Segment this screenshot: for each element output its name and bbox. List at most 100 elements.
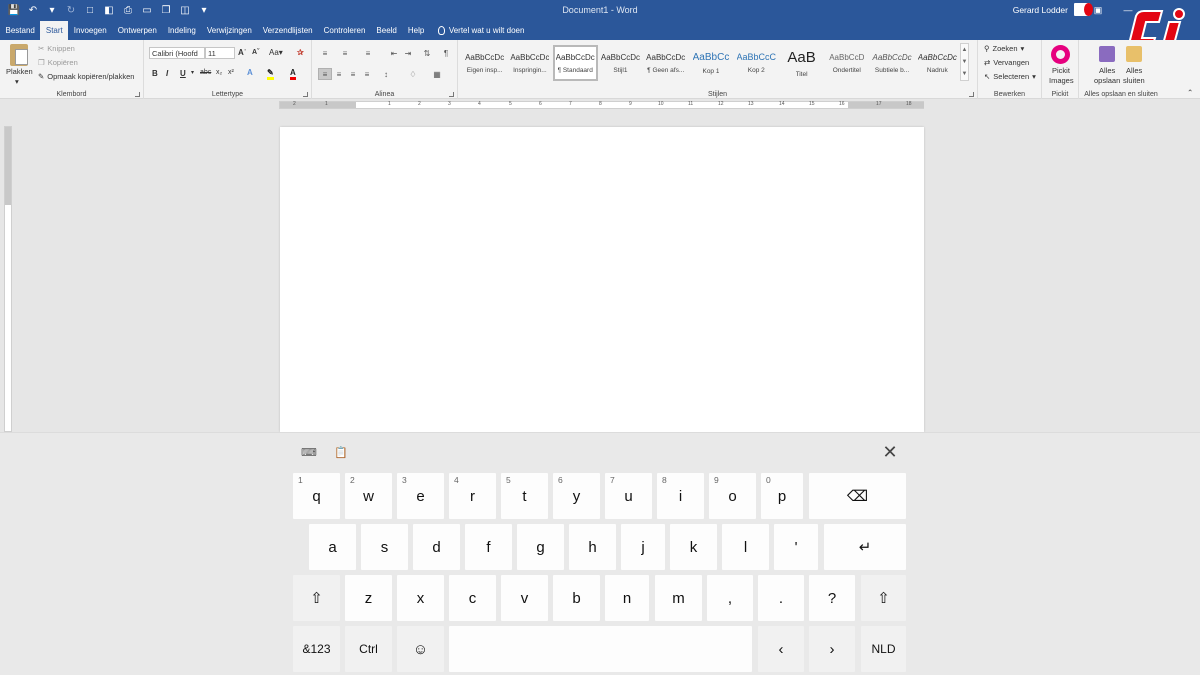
tab-beeld[interactable]: Beeld [371,20,402,40]
pickit-images-label[interactable]: Images [1049,76,1074,85]
dialog-launcher-icon[interactable] [969,92,974,97]
show-marks-icon[interactable]: ¶ [440,48,452,58]
clipboard-icon[interactable]: ▭ [139,2,155,18]
scroll-up-icon[interactable]: ▲ [962,47,968,53]
language-key[interactable]: NLD [861,626,906,672]
vertical-ruler[interactable] [4,126,12,432]
dialog-launcher-icon[interactable] [303,92,308,97]
style-standaard[interactable]: AaBbCcDc ¶ Standaard [552,45,598,81]
style-stijl1[interactable]: AaBbCcDc Stijl1 [598,45,643,81]
style-eigen-inspringing[interactable]: AaBbCcDc Eigen insp... [462,45,507,81]
cut-button[interactable]: ✂ Knippen [38,44,75,53]
key-m[interactable]: m [655,575,702,621]
save-all-icon[interactable] [1099,46,1115,62]
paste-dropdown-icon[interactable]: ▾ [15,77,19,86]
pickit-button-label[interactable]: Pickit [1052,66,1070,75]
key-r[interactable]: 4r [449,473,496,519]
print-icon[interactable]: ⎙ [120,2,136,18]
horizontal-ruler[interactable]: 2 1 1 2 3 4 5 6 7 8 9 10 11 12 13 14 15 … [279,101,924,109]
symbols-key[interactable]: &123 [293,626,340,672]
key-u[interactable]: 7u [605,473,652,519]
key-c[interactable]: c [449,575,496,621]
dialog-launcher-icon[interactable] [449,92,454,97]
key-q[interactable]: 1q [293,473,340,519]
key-period[interactable]: . [758,575,804,621]
key-h[interactable]: h [569,524,616,570]
key-x[interactable]: x [397,575,444,621]
highlight-icon[interactable]: ✎ [267,68,274,80]
close-all-icon[interactable] [1126,46,1142,62]
save-icon[interactable]: 💾 [6,2,22,18]
key-f[interactable]: f [465,524,512,570]
tell-me-search[interactable]: Vertel wat u wilt doen [437,20,524,40]
customize-qat-icon[interactable]: ▾ [196,2,212,18]
tab-ontwerpen[interactable]: Ontwerpen [112,20,162,40]
shift-left-key[interactable]: ⇧ [293,575,340,621]
key-l[interactable]: l [722,524,769,570]
key-t[interactable]: 5t [501,473,548,519]
arrow-left-key[interactable]: ‹ [758,626,804,672]
copy-window-icon[interactable]: ❐ [158,2,174,18]
key-n[interactable]: n [605,575,649,621]
collapse-ribbon-icon[interactable]: ⌃ [1187,88,1193,97]
emoji-key[interactable]: ☺ [397,626,444,672]
style-titel[interactable]: AaB Titel [779,45,824,81]
open-folder-icon[interactable]: ◧ [101,2,117,18]
key-o[interactable]: 9o [709,473,756,519]
ctrl-key[interactable]: Ctrl [345,626,392,672]
enter-key[interactable]: ↵ [824,524,906,570]
close-all-label[interactable]: Alles [1126,66,1142,75]
clear-formatting-icon[interactable]: ✰ [297,48,304,57]
keyboard-settings-icon[interactable]: ⌨ [300,444,318,460]
superscript-icon[interactable]: x² [228,69,234,76]
tab-controleren[interactable]: Controleren [318,20,371,40]
style-subtiele-benadrukking[interactable]: AaBbCcDc Subtiele b... [869,45,914,81]
tab-invoegen[interactable]: Invoegen [68,20,112,40]
key-p[interactable]: 0p [761,473,803,519]
scroll-down-icon[interactable]: ▼ [962,59,968,65]
shading-icon[interactable]: ♢ [407,69,419,79]
key-y[interactable]: 6y [553,473,600,519]
align-right-icon[interactable]: ≡ [347,69,359,79]
close-all-label-2[interactable]: sluiten [1123,76,1145,85]
tab-verzendlijsten[interactable]: Verzendlijsten [257,20,318,40]
key-s[interactable]: s [361,524,408,570]
redo-icon[interactable]: ▾ [44,2,60,18]
key-question[interactable]: ? [809,575,855,621]
increase-indent-icon[interactable]: ⇥ [402,48,414,58]
more-styles-icon[interactable]: ▼ [962,71,968,77]
key-comma[interactable]: , [707,575,753,621]
save-all-label[interactable]: Alles [1099,66,1115,75]
tab-verwijzingen[interactable]: Verwijzingen [201,20,257,40]
tab-start[interactable]: Start [40,21,69,40]
tab-bestand[interactable]: Bestand [0,20,40,40]
tab-help[interactable]: Help [402,20,429,40]
repeat-icon[interactable]: ↻ [63,2,79,18]
style-geen-afstand[interactable]: AaBbCcDc ¶ Geen afs... [643,45,688,81]
select-button[interactable]: ↖ Selecteren ▾ [984,72,1036,81]
font-name-select[interactable]: Calibri (Hoofd [149,47,205,59]
underline-dropdown-icon[interactable]: ▾ [191,69,194,76]
find-button[interactable]: ⚲ Zoeken ▾ [984,44,1024,53]
justify-icon[interactable]: ≡ [361,69,373,79]
change-case-icon[interactable]: Aa▾ [269,48,283,57]
tab-indeling[interactable]: Indeling [162,20,201,40]
text-effects-icon[interactable]: A [247,68,253,77]
paste-button[interactable]: Plakken [6,67,33,76]
user-name[interactable]: Gerard Lodder [1013,5,1068,15]
style-kop-1[interactable]: AaBbCc Kop 1 [688,45,733,81]
italic-icon[interactable]: I [166,69,168,78]
key-b[interactable]: b [553,575,600,621]
ribbon-display-options-icon[interactable]: ▣ [1088,2,1108,18]
styles-gallery-scroll[interactable]: ▲ ▼ ▼ [960,43,969,81]
underline-icon[interactable]: U [180,69,186,78]
style-inspringing[interactable]: AaBbCcDc Inspringin... [507,45,552,81]
replace-button[interactable]: ⇄ Vervangen [984,58,1029,67]
grow-font-icon[interactable]: Aˈ [238,48,246,57]
style-nadruk[interactable]: AaBbCcDc Nadruk [915,45,960,81]
key-a[interactable]: a [309,524,356,570]
shift-right-key[interactable]: ⇧ [861,575,906,621]
folder-icon[interactable]: ◫ [177,2,193,18]
backspace-key[interactable]: ⌫ [809,473,906,519]
decrease-indent-icon[interactable]: ⇤ [388,48,400,58]
